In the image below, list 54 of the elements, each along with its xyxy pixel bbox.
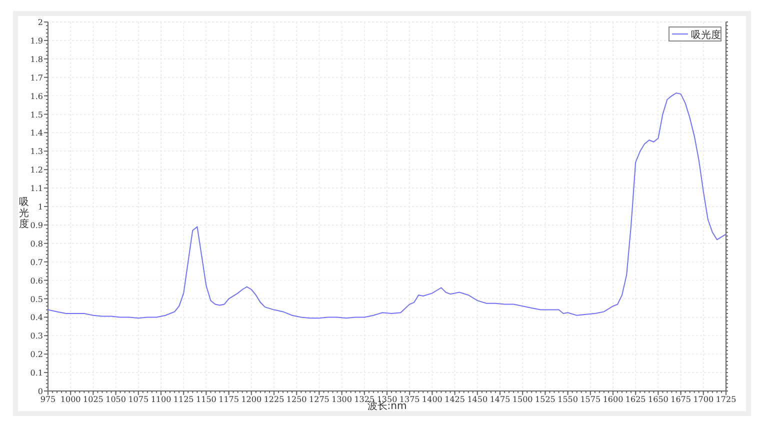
x-tick-label: 1025 xyxy=(83,395,104,404)
x-tick-label: 1300 xyxy=(332,395,352,404)
x-tick-label: 1675 xyxy=(670,395,691,404)
y-tick-label: 0.4 xyxy=(30,313,43,322)
y-tick-label: 1.3 xyxy=(30,147,43,156)
legend-label: 吸光度 xyxy=(691,30,721,41)
y-tick-label: 1.2 xyxy=(30,166,43,175)
x-tick-label: 1200 xyxy=(241,395,262,404)
x-tick-label: 1575 xyxy=(580,395,601,404)
x-tick-label: 1425 xyxy=(444,395,465,404)
x-tick-label: 1600 xyxy=(602,395,624,404)
y-tick-label: 0.9 xyxy=(30,220,43,230)
y-tick-label: 1 xyxy=(38,202,43,212)
y-tick-label: 1.7 xyxy=(30,73,43,82)
y-tick-label: 0.3 xyxy=(30,332,43,341)
y-tick-label: 0.2 xyxy=(30,350,43,360)
y-tick-label: 1.8 xyxy=(30,54,43,64)
y-tick-label: 0.7 xyxy=(30,258,43,267)
y-axis-label: 吸光度 xyxy=(19,197,29,230)
x-tick-label: 1075 xyxy=(128,395,149,404)
x-tick-label: 1100 xyxy=(150,395,172,404)
y-tick-label: 1.9 xyxy=(30,36,43,46)
x-tick-label: 1000 xyxy=(60,395,81,404)
y-tick-label: 1.1 xyxy=(30,184,43,194)
x-tick-label: 1050 xyxy=(106,395,126,404)
x-tick-label: 1275 xyxy=(309,395,330,404)
x-tick-label: 1150 xyxy=(196,395,216,404)
x-tick-label: 975 xyxy=(40,395,56,404)
x-tick-label: 1175 xyxy=(218,395,239,404)
x-tick-label: 1400 xyxy=(422,395,442,404)
y-tick-label: 1.5 xyxy=(30,110,43,120)
x-tick-label: 1650 xyxy=(648,395,668,404)
legend-box xyxy=(668,26,722,42)
y-tick-label: 1.4 xyxy=(30,128,43,138)
y-tick-label: 0.8 xyxy=(30,239,43,248)
x-tick-label: 1500 xyxy=(512,395,533,404)
x-tick-label: 1550 xyxy=(558,395,578,404)
x-tick-label: 1725 xyxy=(716,395,736,404)
y-tick-label: 2 xyxy=(38,18,43,27)
x-tick-label: 1700 xyxy=(693,395,714,404)
x-tick-label: 1525 xyxy=(535,395,556,404)
x-tick-label: 1625 xyxy=(625,395,646,404)
x-tick-label: 1350 xyxy=(376,395,398,404)
y-tick-label: 0.6 xyxy=(30,276,43,286)
x-tick-label: 1125 xyxy=(173,395,194,404)
y-tick-label: 0.1 xyxy=(30,368,43,378)
x-tick-label: 1475 xyxy=(490,395,510,404)
x-tick-label: 1375 xyxy=(399,395,420,404)
x-tick-label: 1450 xyxy=(467,395,488,404)
x-tick-label: 1250 xyxy=(286,395,307,404)
x-tick-label: 1225 xyxy=(264,395,284,404)
y-tick-label: 1.6 xyxy=(30,92,43,101)
y-tick-label: 0.5 xyxy=(30,294,43,304)
y-tick-label: 0 xyxy=(38,387,43,396)
